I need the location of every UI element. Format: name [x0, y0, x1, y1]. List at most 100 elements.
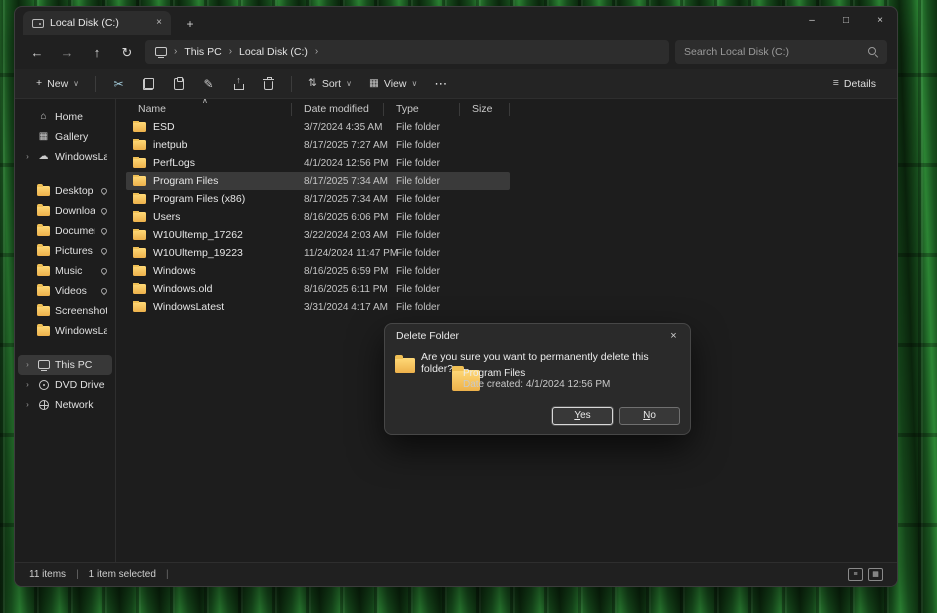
- file-row[interactable]: W10Ultemp_17262 3/22/2024 2:03 AM File f…: [126, 226, 510, 244]
- paste-icon: [174, 78, 184, 90]
- sidebar-item-windowslatest-cloud[interactable]: › ☁ WindowsLatest - Pr...: [18, 147, 112, 167]
- address-bar[interactable]: › This PC › Local Disk (C:) ›: [145, 40, 669, 64]
- folder-icon: [133, 302, 146, 312]
- file-row[interactable]: ESD 3/7/2024 4:35 AM File folder: [126, 118, 510, 136]
- sidebar-item-gallery[interactable]: ▦ Gallery: [18, 127, 112, 147]
- explorer-tab[interactable]: Local Disk (C:) ×: [23, 11, 171, 35]
- column-header-size[interactable]: Size: [460, 103, 510, 116]
- new-tab-button[interactable]: +: [181, 15, 199, 33]
- dialog-close-button[interactable]: ×: [664, 327, 683, 346]
- share-button[interactable]: ↑: [225, 72, 252, 96]
- chevron-down-icon: ∨: [346, 80, 352, 88]
- pin-icon: [100, 207, 108, 215]
- sort-button[interactable]: ⇅ Sort ∨: [301, 72, 359, 96]
- file-row[interactable]: Windows 8/16/2025 6:59 PM File folder: [126, 262, 510, 280]
- breadcrumb-this-pc[interactable]: This PC: [184, 46, 221, 58]
- scissors-icon: ✂: [113, 78, 123, 90]
- refresh-button[interactable]: ↻: [115, 40, 139, 64]
- rename-icon: ✎: [203, 78, 213, 90]
- sidebar-item-network[interactable]: › Network: [18, 395, 112, 415]
- sidebar-item-screenshots[interactable]: Screenshots: [18, 301, 112, 321]
- chevron-right-icon[interactable]: ›: [229, 47, 232, 57]
- copy-icon: [143, 78, 155, 90]
- chevron-expand-icon[interactable]: ›: [23, 361, 32, 369]
- sidebar-item-videos[interactable]: Videos: [18, 281, 112, 301]
- window-controls: – □ ×: [795, 7, 897, 35]
- sidebar-item-this-pc[interactable]: › This PC: [18, 355, 112, 375]
- folder-icon: [37, 186, 50, 196]
- cut-button[interactable]: ✂: [105, 72, 132, 96]
- tab-close-button[interactable]: ×: [151, 15, 167, 31]
- chevron-expand-icon[interactable]: ›: [23, 401, 32, 409]
- folder-icon: [133, 284, 146, 294]
- tab-title: Local Disk (C:): [50, 17, 145, 29]
- chevron-right-icon[interactable]: ›: [174, 47, 177, 57]
- file-row[interactable]: W10Ultemp_19223 11/24/2024 11:47 PM File…: [126, 244, 510, 262]
- maximize-button[interactable]: □: [829, 7, 863, 35]
- chevron-expand-icon[interactable]: ›: [23, 153, 32, 161]
- sidebar-item-downloads[interactable]: Downloads: [18, 201, 112, 221]
- back-button[interactable]: ←: [25, 40, 49, 64]
- more-options-button[interactable]: ⋯: [427, 72, 454, 96]
- file-row[interactable]: WindowsLatest 3/31/2024 4:17 AM File fol…: [126, 298, 510, 316]
- folder-icon: [133, 140, 146, 150]
- file-row[interactable]: PerfLogs 4/1/2024 12:56 PM File folder: [126, 154, 510, 172]
- file-row[interactable]: inetpub 8/17/2025 7:27 AM File folder: [126, 136, 510, 154]
- details-icon: ≡: [833, 78, 839, 89]
- column-header-name[interactable]: Name: [126, 103, 292, 116]
- folder-icon: [133, 176, 146, 186]
- copy-button[interactable]: [135, 72, 162, 96]
- search-input[interactable]: [684, 46, 862, 58]
- view-grid-icon: ▦: [369, 78, 379, 89]
- folder-icon: [133, 158, 146, 168]
- new-button[interactable]: + New ∨: [29, 72, 86, 96]
- sidebar-item-dvd-drive[interactable]: › DVD Drive (D:) CCC...: [18, 375, 112, 395]
- dialog-title: Delete Folder: [396, 330, 459, 342]
- sidebar-item-desktop[interactable]: Desktop: [18, 181, 112, 201]
- delete-folder-dialog: Delete Folder × Are you sure you want to…: [384, 323, 691, 435]
- file-row-selected[interactable]: Program Files 8/17/2025 7:34 AM File fol…: [126, 172, 510, 190]
- disc-icon: [39, 380, 49, 390]
- large-icons-view-icon[interactable]: ▦: [868, 568, 883, 581]
- sidebar-item-pictures[interactable]: Pictures: [18, 241, 112, 261]
- paste-button[interactable]: [165, 72, 192, 96]
- close-button[interactable]: ×: [863, 7, 897, 35]
- gallery-icon: ▦: [36, 132, 51, 142]
- desktop-wallpaper: { "titlebar": { "tab_title": "Local Disk…: [0, 0, 937, 613]
- sidebar-item-music[interactable]: Music: [18, 261, 112, 281]
- yes-button[interactable]: Yes: [552, 407, 613, 425]
- file-row[interactable]: Users 8/16/2025 6:06 PM File folder: [126, 208, 510, 226]
- no-button[interactable]: No: [619, 407, 680, 425]
- pin-icon: [100, 287, 108, 295]
- sidebar-item-home[interactable]: ⌂ Home: [18, 107, 112, 127]
- this-pc-icon: [155, 47, 167, 56]
- monitor-icon: [38, 360, 50, 369]
- sidebar-item-windowslatest[interactable]: WindowsLatest: [18, 321, 112, 341]
- file-row[interactable]: Windows.old 8/16/2025 6:11 PM File folde…: [126, 280, 510, 298]
- column-header-type[interactable]: Type: [384, 103, 460, 116]
- up-button[interactable]: ↑: [85, 40, 109, 64]
- network-icon: [39, 400, 49, 410]
- sidebar-item-documents[interactable]: Documents: [18, 221, 112, 241]
- forward-button[interactable]: →: [55, 40, 79, 64]
- rename-button[interactable]: ✎: [195, 72, 222, 96]
- sort-ascending-icon: ∧: [202, 99, 208, 105]
- pin-icon: [100, 187, 108, 195]
- delete-button[interactable]: [255, 72, 282, 96]
- view-button[interactable]: ▦ View ∨: [362, 72, 424, 96]
- title-bar: Local Disk (C:) × + – □ ×: [15, 7, 897, 35]
- column-header-date-modified[interactable]: Date modified: [292, 103, 384, 116]
- details-view-icon[interactable]: ≡: [848, 568, 863, 581]
- file-row[interactable]: Program Files (x86) 8/17/2025 7:34 AM Fi…: [126, 190, 510, 208]
- folder-icon: [133, 122, 146, 132]
- ellipsis-icon: ⋯: [434, 77, 447, 90]
- chevron-right-icon[interactable]: ›: [315, 47, 318, 57]
- dialog-title-bar: Delete Folder ×: [385, 324, 690, 348]
- sort-icon: ⇅: [308, 78, 317, 89]
- breadcrumb-local-disk[interactable]: Local Disk (C:): [239, 46, 308, 58]
- chevron-expand-icon[interactable]: ›: [23, 381, 32, 389]
- details-pane-button[interactable]: ≡ Details: [826, 72, 883, 96]
- minimize-button[interactable]: –: [795, 7, 829, 35]
- folder-icon: [37, 266, 50, 276]
- folder-icon: [133, 194, 146, 204]
